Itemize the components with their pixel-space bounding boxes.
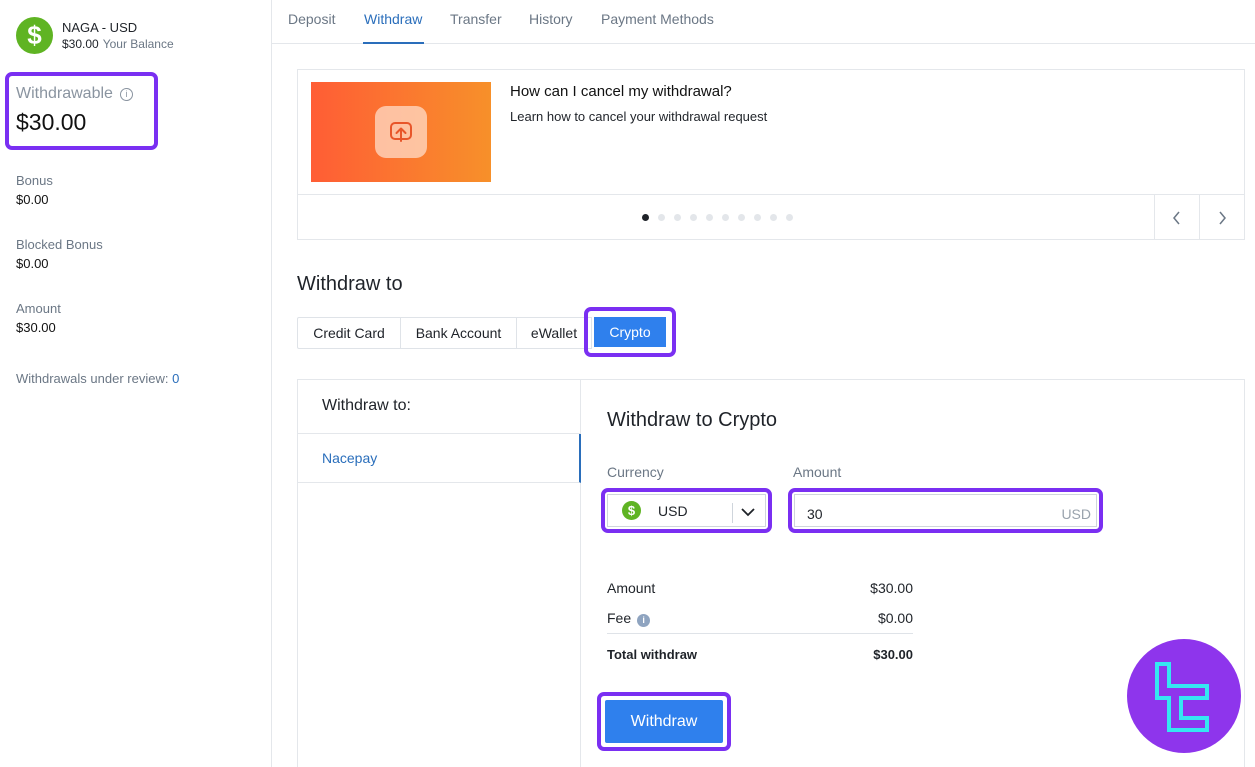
summary-fee-value: $0.00 [877,610,913,627]
summary-amount-row: Amount $30.00 [607,580,913,596]
carousel-dot[interactable] [754,214,761,221]
summary-fee-label: Fee [607,610,632,626]
currency-label: Currency [607,464,664,480]
withdrawals-under-review: Withdrawals under review: 0 [16,371,179,386]
tab-withdraw[interactable]: Withdraw [364,11,422,27]
help-carousel: How can I cancel my withdrawal? Learn ho… [297,69,1245,240]
withdrawable-value: $30.00 [16,109,87,135]
bonus-label: Bonus [16,173,53,188]
destination-item-nacepay[interactable]: Nacepay [298,434,581,483]
carousel-next-button[interactable] [1199,195,1244,240]
currency-highlight: $ USD [601,488,772,533]
review-count-link[interactable]: 0 [172,371,179,386]
tab-history[interactable]: History [529,11,573,27]
amount-highlight: 30 USD [788,488,1103,533]
blocked-bonus-value: $0.00 [16,256,49,271]
carousel-dot[interactable] [738,214,745,221]
blocked-bonus-stat: Blocked Bonus $0.00 [16,236,103,274]
withdraw-to-heading: Withdraw to [297,273,403,295]
carousel-dots [642,214,802,221]
fee-label-group: Fee i [607,610,651,627]
tc-logo-icon [1155,662,1209,732]
carousel-banner-image[interactable] [311,82,491,182]
withdraw-panel: Withdraw to: Nacepay Withdraw to Crypto … [297,379,1245,767]
currency-value: USD [658,502,688,519]
summary-amount-value: $30.00 [870,580,913,596]
carousel-dot[interactable] [786,214,793,221]
method-ewallet[interactable]: eWallet [516,317,592,349]
summary-total-label: Total withdraw [607,647,698,662]
carousel-dot[interactable] [770,214,777,221]
carousel-dot[interactable] [690,214,697,221]
amount-unit: USD [1061,506,1091,522]
currency-select[interactable]: $ USD [607,494,766,527]
chevron-right-icon [1219,211,1226,224]
carousel-title[interactable]: How can I cancel my withdrawal? [510,83,732,100]
carousel-dot[interactable] [674,214,681,221]
withdrawable-box: Withdrawable i $30.00 [5,72,158,150]
withdraw-button[interactable]: Withdraw [605,700,723,743]
info-icon[interactable]: i [637,613,651,627]
tab-payment-methods[interactable]: Payment Methods [601,11,714,27]
summary-total-value: $30.00 [873,647,913,662]
review-label: Withdrawals under review: [16,371,169,386]
method-bank-account[interactable]: Bank Account [400,317,516,349]
summary-amount-label: Amount [607,580,656,596]
amount-stat: Amount $30.00 [16,300,61,338]
summary-total-row: Total withdraw $30.00 [607,647,913,662]
withdrawable-label: Withdrawable [16,85,113,102]
brand-logo [1127,639,1241,753]
top-tabs: Deposit Withdraw Transfer History Paymen… [272,0,1255,44]
crypto-highlight: Crypto [584,307,676,357]
carousel-subtitle: Learn how to cancel your withdrawal requ… [510,109,768,124]
amount-input[interactable]: 30 USD [794,494,1097,527]
sidebar: $ NAGA - USD $30.00 Your Balance Withdraw… [0,0,272,767]
method-credit-card[interactable]: Credit Card [297,317,400,349]
destination-list: Withdraw to: Nacepay [298,380,581,767]
amount-input-value: 30 [807,506,823,522]
chevron-left-icon [1173,211,1180,224]
tab-transfer[interactable]: Transfer [450,11,502,27]
carousel-footer [298,194,1244,240]
withdrawable-label-row: Withdrawable i [16,85,154,103]
balance-label: Your Balance [102,36,174,51]
upload-icon [375,106,427,158]
account-header: $ NAGA - USD $30.00 Your Balance [16,17,174,54]
carousel-dot[interactable] [706,214,713,221]
summary-fee-row: Fee i $0.00 [607,610,913,627]
summary-divider [607,633,913,634]
method-crypto[interactable]: Crypto [592,315,668,349]
balance-value: $30.00 [62,36,99,51]
amount-field-label: Amount [793,464,842,480]
method-selector: Credit Card Bank Account eWallet [297,317,592,350]
account-balance: $30.00 Your Balance [62,36,174,53]
carousel-dot[interactable] [642,214,649,221]
tab-deposit[interactable]: Deposit [288,11,335,27]
account-name: NAGA - USD [62,19,138,35]
destination-list-header: Withdraw to: [298,380,581,434]
carousel-dot[interactable] [722,214,729,221]
carousel-dot[interactable] [658,214,665,221]
blocked-bonus-label: Blocked Bonus [16,237,103,252]
info-icon[interactable]: i [119,87,133,101]
chevron-down-icon[interactable] [739,503,757,521]
bonus-value: $0.00 [16,192,49,207]
dollar-icon: $ [16,17,53,54]
select-divider [732,503,733,523]
form-title: Withdraw to Crypto [607,409,778,431]
bonus-stat: Bonus $0.00 [16,172,53,210]
active-tab-indicator [363,42,424,44]
amount-value: $30.00 [16,320,56,335]
dollar-coin-icon: $ [622,501,641,520]
withdraw-button-highlight: Withdraw [597,692,731,751]
carousel-prev-button[interactable] [1154,195,1199,240]
amount-label: Amount [16,301,61,316]
